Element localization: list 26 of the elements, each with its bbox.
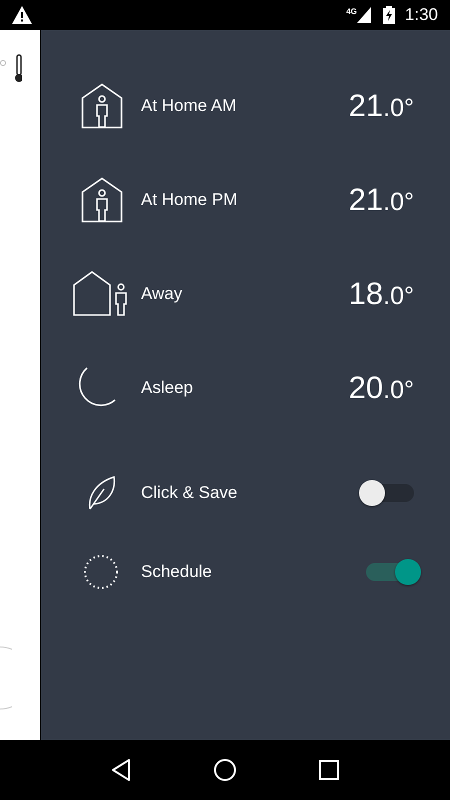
network-type: 4G — [346, 7, 357, 16]
mode-label: Away — [141, 284, 184, 304]
warning-icon — [12, 6, 32, 24]
clock: 1:30 — [404, 5, 438, 25]
leaf-icon — [87, 474, 117, 510]
house-person-icon — [81, 177, 123, 223]
mode-label: At Home AM — [141, 96, 238, 116]
battery-icon — [382, 6, 395, 24]
temperature-value[interactable]: 21.0° — [348, 182, 414, 218]
home-button[interactable] — [212, 758, 237, 782]
setting-label: Schedule — [141, 562, 213, 582]
dial-arc-icon — [0, 646, 12, 710]
temperature-value[interactable]: 21.0° — [348, 88, 414, 124]
temperature-value[interactable]: 18.0° — [348, 276, 414, 312]
toggle-switch[interactable] — [358, 478, 414, 506]
back-button[interactable] — [110, 758, 132, 782]
mode-label: At Home PM — [141, 190, 238, 210]
mode-label: Asleep — [141, 378, 194, 398]
temperature-value[interactable]: 20.0° — [348, 370, 414, 406]
toggle-switch[interactable] — [366, 558, 422, 586]
setting-label: Click & Save — [141, 482, 238, 502]
signal-icon — [356, 7, 371, 23]
dotted-circle-icon — [83, 554, 119, 590]
house-person-icon — [81, 83, 123, 129]
recents-button[interactable] — [318, 759, 340, 781]
house-person-icon — [73, 271, 129, 317]
